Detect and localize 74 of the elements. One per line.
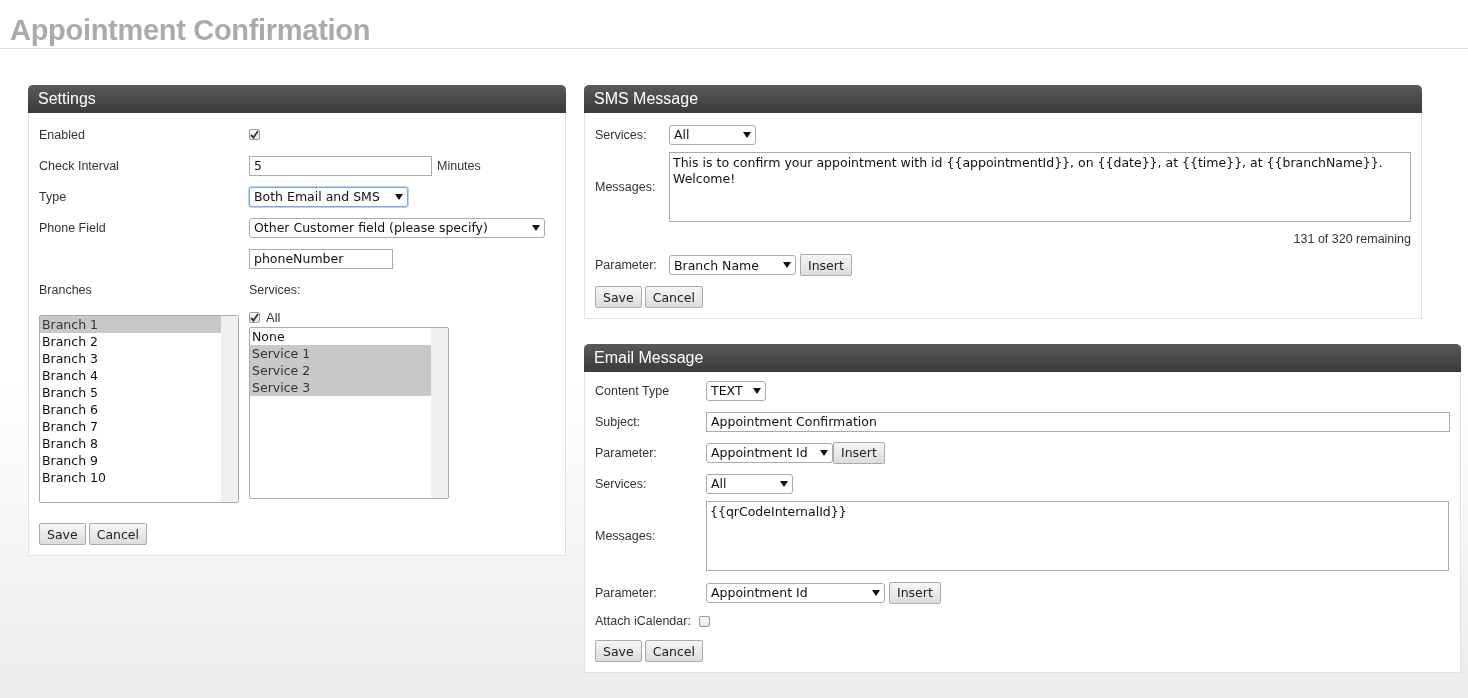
field-label: Services:	[249, 282, 301, 297]
action-button[interactable]: Cancel	[88, 523, 148, 545]
checkbox[interactable]	[699, 615, 710, 627]
message-field[interactable]: This is to confirm your appointment with id {{appointmentId}}, on {{date}}, at {{time}}, at {{branchName}}. Welcome!	[669, 152, 1411, 222]
insert-button[interactable]: Insert	[833, 441, 885, 464]
dropdown[interactable]: All	[706, 473, 793, 494]
field-label: Attach iCalendar:	[595, 614, 692, 628]
list-item[interactable]: Branch 8	[40, 435, 221, 452]
panel-header: SMS Message	[584, 85, 1422, 113]
field-label: Enabled	[39, 127, 86, 142]
list-item[interactable]: Service 1	[250, 345, 431, 362]
list-item[interactable]: Branch 6	[40, 401, 221, 418]
list-box[interactable]: Branch 1 Branch 2 Branch 3 Branch 4 Branch 5 Branch 6 Branch 7 Branch 8 Branch 9 Branch 10	[39, 315, 239, 503]
dropdown[interactable]: TEXT	[706, 380, 766, 401]
checkbox[interactable]	[249, 312, 260, 323]
field-label: Parameter:	[595, 445, 658, 460]
panel-header: Settings	[28, 85, 566, 113]
dropdown[interactable]: Appointment Id	[706, 582, 885, 603]
field-label: Messages:	[595, 529, 657, 543]
list-item[interactable]: Service 3	[250, 379, 431, 396]
caret-icon	[753, 387, 761, 394]
caret-icon	[743, 131, 751, 138]
insert-button[interactable]: Insert	[800, 254, 852, 276]
list-item[interactable]: Branch 1	[40, 316, 221, 333]
input-field[interactable]: phoneNumber	[249, 248, 393, 269]
list-item[interactable]: Branch 3	[40, 350, 221, 367]
panel-header: Email Message	[584, 344, 1461, 372]
remaining-count: 131 of 320 remaining	[1292, 231, 1411, 248]
action-button[interactable]: Save	[595, 286, 642, 308]
dropdown[interactable]: Other Customer field (please specify)	[249, 217, 545, 238]
checkbox[interactable]	[249, 129, 260, 140]
list-item[interactable]: Branch 9	[40, 452, 221, 469]
field-label: Parameter:	[595, 585, 658, 600]
caret-icon	[395, 193, 403, 200]
action-button[interactable]: Cancel	[644, 640, 704, 662]
list-item[interactable]: Service 2	[250, 362, 431, 379]
dropdown[interactable]: Branch Name	[669, 255, 796, 275]
action-button[interactable]: Cancel	[644, 286, 704, 308]
list-item[interactable]: None	[250, 328, 431, 345]
scrollbar[interactable]	[431, 328, 448, 498]
list-box[interactable]: None Service 1 Service 2 Service 3	[249, 327, 449, 499]
unit-label: Minutes	[437, 158, 481, 173]
input-field[interactable]: 5	[249, 155, 432, 176]
caret-icon	[783, 262, 791, 268]
field-label: Parameter:	[595, 258, 658, 272]
field-label: Services:	[595, 476, 648, 491]
input-field[interactable]: Appointment Confirmation	[706, 411, 1450, 432]
caret-icon	[780, 480, 788, 487]
page-title: Appointment Confirmation	[0, 0, 1468, 49]
dropdown[interactable]: Both Email and SMS	[249, 186, 408, 207]
insert-button[interactable]: Insert	[889, 581, 941, 604]
field-label: Content Type	[595, 383, 671, 398]
field-label: Subject:	[595, 414, 642, 429]
scrollbar[interactable]	[221, 316, 238, 502]
field-label: Branches	[39, 282, 93, 297]
field-label: Check Interval	[39, 158, 120, 173]
caret-icon	[872, 589, 880, 596]
list-item[interactable]: Branch 2	[40, 333, 221, 350]
caret-icon	[820, 449, 828, 456]
field-label: Messages:	[595, 180, 657, 194]
list-item[interactable]: Branch 5	[40, 384, 221, 401]
checkbox-label: All	[266, 310, 281, 325]
list-item[interactable]: Branch 7	[40, 418, 221, 435]
action-button[interactable]: Save	[39, 523, 86, 545]
dropdown[interactable]: Appointment Id	[706, 442, 833, 463]
field-label: Phone Field	[39, 220, 107, 235]
list-item[interactable]: Branch 4	[40, 367, 221, 384]
field-label: Services:	[595, 127, 648, 142]
dropdown[interactable]: All	[669, 124, 756, 145]
action-button[interactable]: Save	[595, 640, 642, 662]
caret-icon	[532, 224, 540, 231]
field-label: Type	[39, 189, 68, 204]
list-item[interactable]: Branch 10	[40, 469, 221, 486]
message-field[interactable]: {{qrCodeInternalId}}	[706, 501, 1449, 571]
